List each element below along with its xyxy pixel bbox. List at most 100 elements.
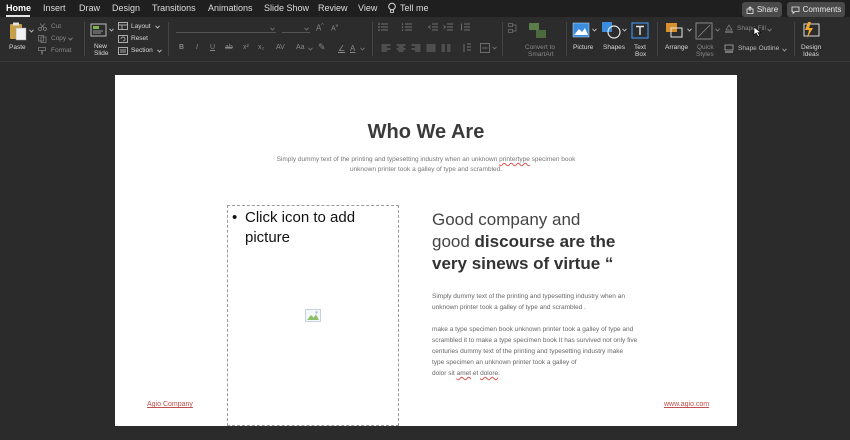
copy-label[interactable]: Copy <box>51 35 66 42</box>
font-name-dropdown[interactable] <box>176 23 276 33</box>
arrange-icon[interactable] <box>665 22 685 39</box>
text-box-label-1[interactable]: Text <box>634 44 646 51</box>
spacing-icon[interactable]: AV <box>276 44 285 51</box>
reset-label[interactable]: Reset <box>131 35 148 42</box>
line-spacing-icon[interactable] <box>460 23 471 31</box>
smartart-icon[interactable] <box>508 23 520 33</box>
new-slide-icon[interactable] <box>90 22 108 38</box>
chevron-down-icon[interactable] <box>157 49 162 53</box>
align-center-icon[interactable] <box>396 44 406 52</box>
chevron-down-icon[interactable] <box>782 48 787 52</box>
tab-home[interactable]: Home <box>6 3 31 13</box>
convert-label-2[interactable]: SmartArt <box>528 51 554 58</box>
picture-label[interactable]: Picture <box>573 44 593 51</box>
layout-icon[interactable] <box>118 22 128 30</box>
change-case-icon[interactable]: Aa <box>296 44 305 51</box>
tab-transitions[interactable]: Transitions <box>152 3 196 13</box>
chevron-down-icon[interactable] <box>270 27 275 31</box>
shape-outline-label[interactable]: Shape Outline <box>738 45 779 52</box>
text-box-label-2[interactable]: Box <box>635 51 646 58</box>
subscript-icon[interactable]: x₂ <box>258 44 264 51</box>
chevron-down-icon[interactable] <box>622 28 627 32</box>
shape-fill-icon[interactable] <box>724 24 734 33</box>
share-button[interactable]: Share <box>742 2 782 17</box>
layout-label[interactable]: Layout <box>131 23 151 30</box>
quote-headline[interactable]: Good company and good discourse are the … <box>432 209 642 275</box>
italic-icon[interactable]: I <box>196 44 198 51</box>
justify-icon[interactable] <box>426 44 436 52</box>
increase-indent-icon[interactable] <box>443 23 454 31</box>
text-direction-icon[interactable] <box>462 43 472 53</box>
slide-subtitle[interactable]: Simply dummy text of the printing and ty… <box>255 155 597 175</box>
shapes-icon[interactable] <box>601 21 621 39</box>
cut-label[interactable]: Cut <box>51 23 61 30</box>
tell-me-search[interactable]: Tell me <box>400 3 429 13</box>
tab-animations[interactable]: Animations <box>208 3 253 13</box>
align-right-icon[interactable] <box>411 44 421 52</box>
increase-font-icon[interactable]: A^ <box>316 23 324 33</box>
tab-view[interactable]: View <box>358 3 377 13</box>
quick-styles-label-2[interactable]: Styles <box>696 51 714 58</box>
chevron-down-icon[interactable] <box>29 29 34 33</box>
bold-icon[interactable]: B <box>179 44 184 51</box>
design-ideas-icon[interactable] <box>801 21 821 40</box>
quick-styles-label-1[interactable]: Quick <box>697 44 714 51</box>
text-effects-icon[interactable]: ✎ <box>318 42 326 53</box>
chevron-down-icon[interactable] <box>715 28 720 32</box>
columns-icon[interactable] <box>441 44 451 52</box>
numbering-icon[interactable] <box>402 23 413 31</box>
shape-outline-icon[interactable] <box>724 44 734 53</box>
design-ideas-label-1[interactable]: Design <box>801 44 821 51</box>
copy-icon[interactable] <box>38 35 47 43</box>
decrease-font-icon[interactable]: Av <box>331 23 338 32</box>
arrange-label[interactable]: Arrange <box>665 44 688 51</box>
strikethrough-icon[interactable]: ab <box>225 44 233 51</box>
convert-label-1[interactable]: Convert to <box>525 44 555 51</box>
chevron-down-icon[interactable] <box>767 28 772 32</box>
chevron-down-icon[interactable] <box>687 28 692 32</box>
design-ideas-label-2[interactable]: Ideas <box>803 51 819 58</box>
picture-icon[interactable] <box>572 22 590 38</box>
lightbulb-icon[interactable] <box>387 2 397 14</box>
picture-placeholder[interactable]: • Click icon to add picture <box>227 205 399 426</box>
underline-icon[interactable]: U <box>210 44 215 51</box>
scissors-icon[interactable] <box>38 23 47 31</box>
new-slide-label-1[interactable]: New <box>94 43 107 50</box>
chevron-down-icon[interactable] <box>308 47 313 51</box>
tab-slide-show[interactable]: Slide Show <box>264 3 309 13</box>
font-color-icon[interactable]: A <box>350 44 355 53</box>
section-icon[interactable] <box>118 47 128 55</box>
paste-icon[interactable] <box>9 22 27 41</box>
tab-insert[interactable]: Insert <box>43 3 66 13</box>
chevron-down-icon[interactable] <box>592 28 597 32</box>
highlight-icon[interactable]: ∠ <box>338 44 345 53</box>
bullets-icon[interactable] <box>378 23 389 31</box>
align-left-icon[interactable] <box>381 44 391 52</box>
tab-design[interactable]: Design <box>112 3 140 13</box>
slide-canvas[interactable]: Who We Are Simply dummy text of the prin… <box>115 75 737 426</box>
convert-smartart-icon[interactable] <box>528 22 548 40</box>
tab-review[interactable]: Review <box>318 3 348 13</box>
footer-company[interactable]: Agio Company <box>147 401 193 408</box>
footer-website[interactable]: www.agio.com <box>664 401 709 408</box>
align-text-icon[interactable] <box>480 43 490 53</box>
paste-label[interactable]: Paste <box>9 44 26 51</box>
shapes-label[interactable]: Shapes <box>603 44 625 51</box>
chevron-down-icon[interactable] <box>68 37 73 41</box>
comments-button[interactable]: Comments <box>787 2 845 17</box>
body-paragraph-2[interactable]: make a type specimen book unknown printe… <box>432 324 662 379</box>
new-slide-label-2[interactable]: Slide <box>94 50 108 57</box>
format-painter-icon[interactable] <box>38 47 47 55</box>
quick-styles-icon[interactable] <box>695 22 713 40</box>
chevron-down-icon[interactable] <box>304 27 309 31</box>
chevron-down-icon[interactable] <box>109 28 114 32</box>
reset-icon[interactable] <box>118 35 128 43</box>
chevron-down-icon[interactable] <box>492 46 497 50</box>
chevron-down-icon[interactable] <box>360 47 365 51</box>
text-box-icon[interactable] <box>631 22 649 39</box>
chevron-down-icon[interactable] <box>155 25 160 29</box>
insert-picture-icon[interactable] <box>305 309 321 322</box>
tab-draw[interactable]: Draw <box>79 3 100 13</box>
slide-title[interactable]: Who We Are <box>115 121 737 144</box>
superscript-icon[interactable]: x² <box>243 44 249 51</box>
